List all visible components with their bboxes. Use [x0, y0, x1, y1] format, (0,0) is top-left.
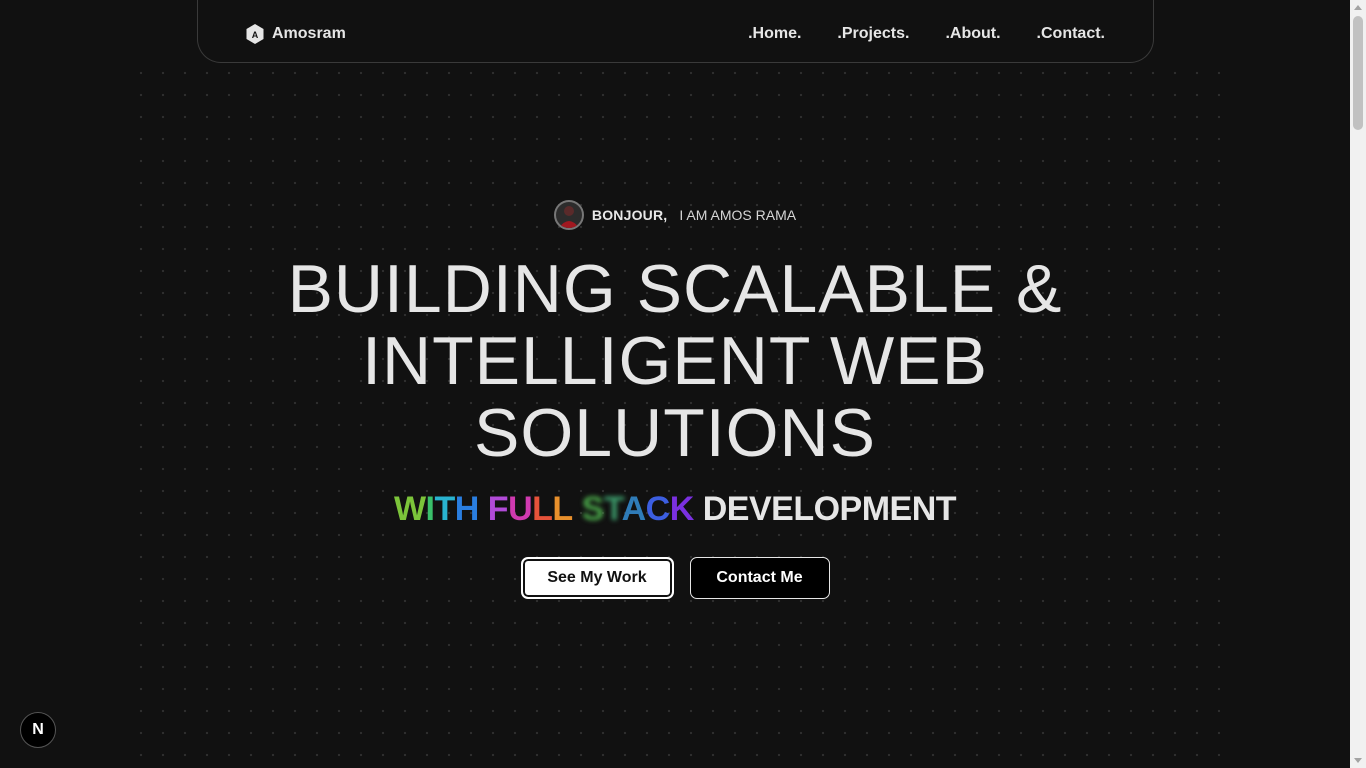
subline-letter: I: [425, 490, 435, 528]
subline-letter: A: [621, 490, 647, 528]
subline-word-stack: STACK: [581, 490, 695, 529]
brand-name: Amosram: [272, 25, 346, 42]
brand-logo-icon: A: [246, 24, 264, 44]
avatar-person-icon: [558, 206, 579, 228]
headline-line-3: SOLUTIONS: [474, 395, 876, 471]
subline-letter: T: [434, 490, 456, 528]
subline-word-development: DEVELOPMENT: [702, 490, 957, 528]
subline-letter: K: [669, 490, 695, 528]
page-scrollbar[interactable]: [1350, 0, 1366, 768]
subline-letter: C: [645, 490, 671, 528]
see-my-work-button[interactable]: See My Work: [520, 557, 674, 599]
nav-home[interactable]: .Home.: [748, 25, 801, 43]
intro-line: BONJOUR, I AM AMOS RAMA: [0, 200, 1350, 230]
nextjs-dev-indicator-icon[interactable]: N: [20, 712, 56, 748]
svg-text:A: A: [252, 30, 259, 40]
avatar: [553, 200, 584, 230]
scroll-down-arrow-icon[interactable]: [1354, 758, 1362, 763]
brand-link[interactable]: A Amosram: [246, 24, 346, 44]
headline-line-1: BUILDING SCALABLE &: [287, 251, 1063, 327]
hero-subline: WITH FULL STACK DEVELOPMENT: [0, 490, 1350, 529]
top-navbar: A Amosram .Home. .Projects. .About. .Con…: [197, 0, 1154, 63]
nav-contact[interactable]: .Contact.: [1037, 25, 1105, 43]
subline-letter: L: [532, 490, 553, 528]
hero-buttons: See My Work Contact Me: [0, 557, 1350, 599]
contact-me-button[interactable]: Contact Me: [689, 557, 830, 599]
nav-projects[interactable]: .Projects.: [837, 25, 909, 43]
intro-name-text: I AM AMOS RAMA: [679, 207, 797, 223]
nav-about[interactable]: .About.: [945, 25, 1000, 43]
scroll-thumb[interactable]: [1353, 16, 1363, 130]
subline-letter: L: [552, 490, 573, 528]
subline-letter: W: [393, 490, 426, 528]
scroll-up-arrow-icon[interactable]: [1354, 5, 1362, 10]
subline-letter: U: [508, 490, 533, 528]
hero-headline: BUILDING SCALABLE & INTELLIGENT WEB SOLU…: [0, 253, 1350, 469]
greeting-text: BONJOUR,: [591, 207, 668, 223]
subline-letter: S: [581, 490, 605, 528]
subline-letter: F: [487, 490, 509, 528]
subline-letter: T: [603, 490, 622, 528]
headline-line-2: INTELLIGENT WEB: [362, 323, 988, 399]
main-nav: .Home. .Projects. .About. .Contact.: [748, 25, 1105, 43]
subline-word-with: WITH: [394, 490, 479, 529]
subline-letter: H: [454, 490, 480, 528]
subline-word-full: FULL: [488, 490, 573, 529]
